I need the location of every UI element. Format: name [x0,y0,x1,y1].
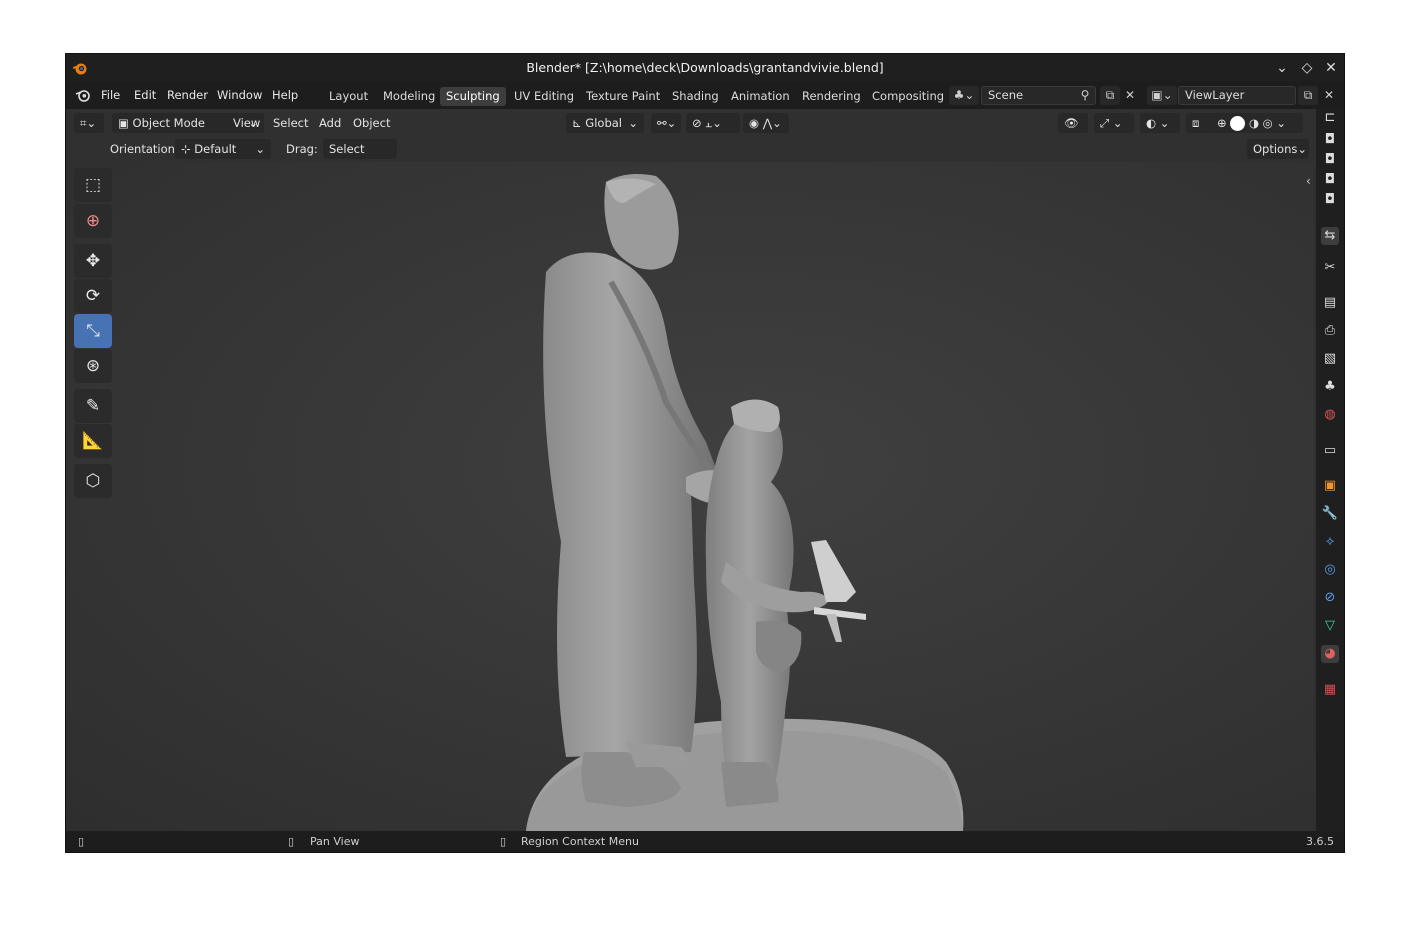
scene-selector-icon[interactable]: ♣⌄ [949,86,979,105]
output-properties-icon[interactable]: ⎙ [1321,322,1339,340]
scene-properties-icon[interactable]: ♣ [1321,378,1339,396]
proportional-edit-icon[interactable]: ◉ ⋀⌄ [743,113,789,133]
camera-icon[interactable]: ◘ [1321,171,1339,189]
material-icon[interactable]: ◕ [1321,645,1339,663]
modifier-icon[interactable]: 🔧 [1321,505,1339,523]
shading-modes: ⊕ ◑ ◎ ⌄ [1211,113,1303,133]
object-mode-icon: ▣ [118,116,129,130]
material-shading-icon[interactable]: ◑ [1249,116,1259,130]
camera-icon[interactable]: ◘ [1321,191,1339,209]
status-bar: ▯ ▯ Pan View ▯ Region Context Menu 3.6.5 [66,831,1344,852]
menu-edit[interactable]: Edit [134,88,156,102]
chevron-down-icon: ⌄ [255,142,265,156]
object-properties-icon[interactable]: ▣ [1321,477,1339,495]
orientation-label: Orientation: [110,142,179,156]
new-viewlayer-icon[interactable]: ⧉ [1298,86,1318,105]
status-context-menu: Region Context Menu [521,835,639,848]
menu-select[interactable]: Select [273,113,308,133]
transform-label: Global [585,116,622,130]
options-label: Options [1253,142,1298,156]
tab-sculpting[interactable]: Sculpting [440,87,506,106]
viewport-header: ⌗⌄ ▣ Object Mode ⌄ View Select Add Objec… [66,109,1316,150]
title-bar: Blender* [Z:\home\deck\Downloads\grantan… [66,54,1344,83]
collection-icon[interactable]: ▭ [1321,442,1339,460]
particles-icon[interactable]: ⟡ [1321,533,1339,551]
viewlayer-name-field[interactable]: ViewLayer [1178,86,1296,105]
mouse-icon: ▯ [78,835,85,848]
tab-modeling[interactable]: Modeling [377,87,441,106]
blender-window: Blender* [Z:\home\deck\Downloads\grantan… [65,53,1345,853]
delete-scene-icon[interactable]: ✕ [1121,86,1139,105]
version-label: 3.6.5 [1306,835,1334,848]
camera-icon[interactable]: ◘ [1321,151,1339,169]
outliner-icon[interactable]: ⊏ [1321,109,1339,127]
menu-add[interactable]: Add [319,113,341,133]
overlay-icon[interactable]: ◐ ⌄ [1140,113,1180,133]
mode-label: Object Mode [132,116,205,130]
window-title: Blender* [Z:\home\deck\Downloads\grantan… [526,60,884,75]
tab-animation[interactable]: Animation [725,87,796,106]
new-scene-icon[interactable]: ⧉ [1100,86,1120,105]
viewlayer-selector-icon[interactable]: ▣⌄ [1147,86,1177,105]
statue-model[interactable] [66,162,1314,831]
delete-viewlayer-icon[interactable]: ✕ [1320,86,1338,105]
mouse-middle-icon: ▯ [288,835,295,848]
tab-rendering[interactable]: Rendering [796,87,867,106]
world-properties-icon[interactable]: ◍ [1321,406,1339,424]
physics-icon[interactable]: ◎ [1321,561,1339,579]
drag-dropdown[interactable]: Select Box⌄ [323,139,397,176]
maximize-button[interactable]: ◇ [1298,59,1316,77]
visibility-icon[interactable]: 👁⌄ [1058,113,1088,150]
menu-object[interactable]: Object [353,113,390,133]
camera-icon[interactable]: ◘ [1321,131,1339,149]
blender-menu-icon[interactable] [74,87,92,103]
constraints-icon[interactable]: ⊘ [1321,589,1339,607]
tool-settings-bar: Orientation: ⊹ Default ⌄ Drag: Select Bo… [66,136,1316,176]
menu-window[interactable]: Window [217,88,262,102]
axis-icon: ⊾ [572,116,582,130]
menu-render[interactable]: Render [167,88,208,102]
wireframe-shading-icon[interactable]: ⊕ [1217,116,1227,130]
chevron-down-icon[interactable]: ⌄ [1276,116,1286,130]
tab-uv-editing[interactable]: UV Editing [508,87,580,106]
drag-label: Drag: [286,142,318,156]
tab-compositing[interactable]: Compositing [866,87,950,106]
data-icon[interactable]: ▽ [1321,617,1339,635]
rendered-shading-icon[interactable]: ◎ [1263,116,1273,130]
tool-properties-icon[interactable]: ✂ [1321,259,1339,277]
view-layer-icon[interactable]: ▧ [1321,350,1339,368]
solid-shading-icon[interactable] [1230,116,1246,131]
tab-texture-paint[interactable]: Texture Paint [580,87,666,106]
menu-view[interactable]: View [233,113,260,133]
pivot-point-icon[interactable]: ⚯⌄ [651,113,681,133]
tab-shading[interactable]: Shading [666,87,725,106]
chevron-down-icon: ⌄ [628,116,638,130]
transform-orientation-dropdown[interactable]: ⊾ Global ⌄ [566,113,644,133]
3d-viewport[interactable]: ⬚ ⊕ ✥ ⟳ ⤡ ⊛ ✎ 📐 ⬡ ‹ [66,162,1314,831]
properties-tabs: ⊏ ◘ ◘ ◘ ◘ ⇆ ✂ ▤ ⎙ ▧ ♣ ◍ ▭ ▣ 🔧 ⟡ ◎ ⊘ ▽ ◕ … [1316,109,1344,831]
mouse-right-icon: ▯ [500,835,507,848]
xray-icon[interactable]: ⧈ [1186,113,1214,133]
close-button[interactable]: ✕ [1322,59,1340,77]
orientation-icon: ⊹ [181,142,191,156]
pin-icon[interactable]: ⚲ [1076,86,1094,105]
options-dropdown[interactable]: Options⌄ [1247,139,1309,159]
tab-layout[interactable]: Layout [323,87,374,106]
status-pan-view: Pan View [310,835,360,848]
gizmo-icon[interactable]: ⤢ ⌄ [1094,113,1134,133]
texture-icon[interactable]: ▦ [1321,681,1339,699]
minimize-button[interactable]: ⌄ [1273,59,1291,77]
snap-icon[interactable]: ⊘ ⫠⌄ [686,113,740,133]
editor-type-icon[interactable]: ⌗⌄ [74,113,104,133]
menu-help[interactable]: Help [272,88,298,102]
top-bar: File Edit Render Window Help Layout Mode… [66,82,1344,109]
orientation-dropdown[interactable]: ⊹ Default ⌄ [175,139,271,159]
render-properties-icon[interactable]: ▤ [1321,294,1339,312]
menu-file[interactable]: File [101,88,120,102]
orientation-value: Default [194,142,237,156]
properties-toggle-icon[interactable]: ⇆ [1321,227,1339,245]
